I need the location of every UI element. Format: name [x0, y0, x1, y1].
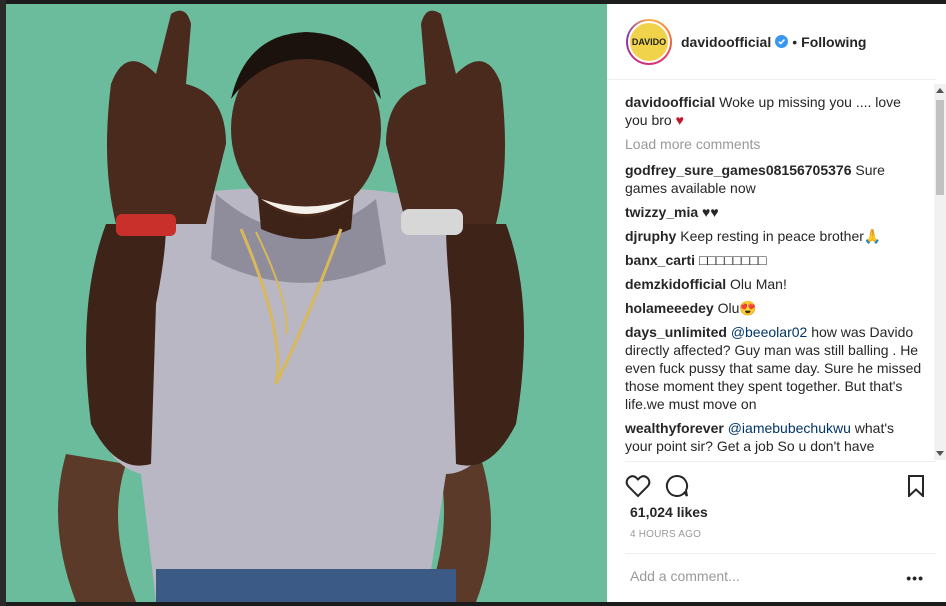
divider	[625, 461, 936, 462]
post-modal: DAVIDO davidoofficial • Following davido…	[6, 4, 946, 602]
following-button[interactable]: Following	[801, 34, 866, 50]
comment-text: Olu😍	[717, 300, 757, 316]
bookmark-icon	[908, 475, 924, 497]
comment-username[interactable]: banx_carti	[625, 252, 695, 268]
avatar[interactable]: DAVIDO	[626, 18, 672, 65]
heart-icon	[625, 475, 651, 498]
verified-badge-icon	[775, 35, 789, 48]
username-link[interactable]: davidoofficial	[681, 34, 771, 50]
comments-list[interactable]: davidoofficial Woke up missing you .... …	[607, 81, 937, 459]
list-item: djruphy Keep resting in peace brother🙏	[625, 227, 925, 245]
like-button[interactable]	[625, 468, 665, 504]
comments-scrollbar[interactable]	[934, 84, 946, 460]
list-item: holameeedey Olu😍	[625, 299, 925, 317]
comment-username[interactable]: demzkidofficial	[625, 276, 726, 292]
save-button[interactable]	[907, 468, 925, 504]
comment-text: □□□□□□□□	[698, 252, 767, 268]
comment-username[interactable]: days_unlimited	[625, 324, 727, 340]
scrollbar-thumb[interactable]	[936, 100, 944, 195]
avatar-label: DAVIDO	[631, 36, 667, 47]
comment-username[interactable]: djruphy	[625, 228, 676, 244]
list-item: godfrey_sure_games08156705376 Sure games…	[625, 161, 925, 197]
comment-button[interactable]	[665, 468, 705, 504]
comment-username[interactable]: godfrey_sure_games08156705376	[625, 162, 852, 178]
list-item: banx_carti □□□□□□□□	[625, 251, 925, 269]
more-options-button[interactable]: •••	[906, 570, 924, 586]
list-item: days_unlimited @beeolar02 how was Davido…	[625, 323, 925, 413]
post-timestamp: 4 HOURS AGO	[630, 529, 702, 540]
comment-icon	[665, 474, 689, 497]
action-bar	[625, 468, 925, 504]
comment-username[interactable]: twizzy_mia	[625, 204, 698, 220]
comment-input[interactable]: Add a comment...	[630, 568, 740, 584]
comment-username[interactable]: wealthyforever	[625, 420, 724, 436]
mention-link[interactable]: @beeolar02	[731, 324, 808, 340]
scroll-up-arrow-icon[interactable]	[936, 88, 944, 93]
header-separator: •	[792, 33, 798, 50]
comment-text: Olu Man!	[730, 276, 787, 292]
avatar-image: DAVIDO	[628, 20, 670, 63]
photo-illustration	[6, 4, 607, 602]
load-more-comments[interactable]: Load more comments	[625, 135, 925, 153]
mention-link[interactable]: @iamebubechukwu	[728, 420, 851, 436]
comment-username[interactable]: davidoofficial	[625, 94, 715, 110]
comment-text: Keep resting in peace brother🙏	[680, 228, 882, 244]
list-item: demzkidofficial Olu Man!	[625, 275, 925, 293]
post-photo[interactable]	[6, 4, 607, 602]
post-sidebar: DAVIDO davidoofficial • Following davido…	[607, 4, 946, 602]
comment-username[interactable]: holameeedey	[625, 300, 714, 316]
lightbox-backdrop: DAVIDO davidoofficial • Following davido…	[0, 0, 946, 606]
scroll-down-arrow-icon[interactable]	[936, 451, 944, 456]
heart-emoji: ♥	[675, 112, 684, 128]
list-item: twizzy_mia ♥♥	[625, 203, 925, 221]
caption: davidoofficial Woke up missing you .... …	[625, 93, 925, 129]
list-item: wealthyforever @iamebubechukwu what's yo…	[625, 419, 925, 455]
likes-count[interactable]: 61,024 likes	[630, 504, 708, 520]
comment-text: ♥♥	[702, 204, 719, 220]
divider	[625, 553, 936, 554]
post-header: DAVIDO davidoofficial • Following	[607, 4, 936, 80]
